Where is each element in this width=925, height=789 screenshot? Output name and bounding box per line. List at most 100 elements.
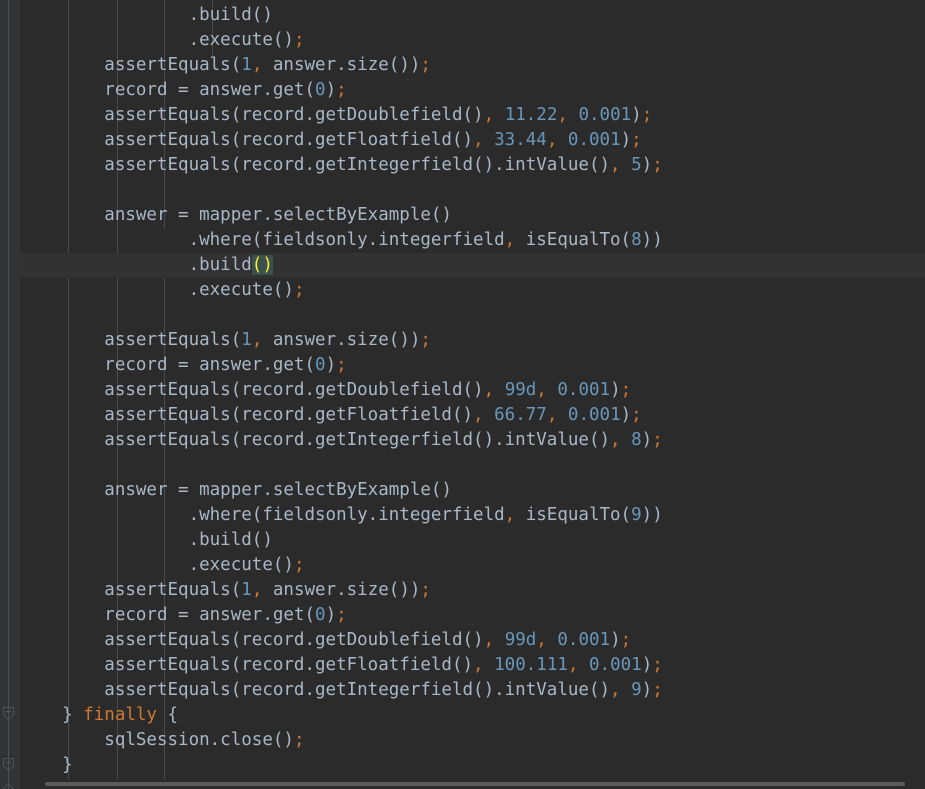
code-token: 9	[631, 505, 642, 525]
code-line[interactable]: assertEquals(record.getIntegerfield().in…	[20, 428, 925, 453]
code-token: ,	[251, 330, 263, 350]
code-line[interactable]: assertEquals(record.getDoublefield(), 99…	[20, 378, 925, 403]
code-token: 66.77	[494, 405, 547, 425]
code-line[interactable]: assertEquals(1, answer.size());	[20, 578, 925, 603]
code-line[interactable]: .execute();	[20, 278, 925, 303]
code-token: ;	[293, 730, 305, 750]
code-text-area[interactable]: .where(fieldsonly.integerfield, isEqualT…	[20, 0, 925, 789]
code-token: ))	[641, 230, 663, 250]
code-token: ,	[610, 680, 621, 700]
code-line[interactable]: record = answer.get(0);	[20, 353, 925, 378]
code-line[interactable]: assertEquals(record.getFloatfield(), 100…	[20, 653, 925, 678]
code-token: 11.22	[504, 105, 558, 125]
code-token: ;	[336, 80, 347, 100]
code-line[interactable]: .execute();	[20, 553, 925, 578]
code-line[interactable]: assertEquals(record.getFloatfield(), 66.…	[20, 403, 925, 428]
code-line[interactable]	[20, 303, 925, 328]
fold-collapse-icon[interactable]	[1, 757, 16, 772]
code-token: isEqualTo(	[515, 505, 632, 525]
code-token: ;	[652, 655, 663, 675]
code-token: ,	[483, 380, 495, 400]
code-line[interactable]: .execute();	[20, 28, 925, 53]
code-token: ;	[652, 430, 663, 450]
code-line[interactable]: record = answer.get(0);	[20, 78, 925, 103]
code-line[interactable]: assertEquals(record.getIntegerfield().in…	[20, 153, 925, 178]
code-line[interactable]: .where(fieldsonly.integerfield, isEqualT…	[20, 503, 925, 528]
code-token: )	[610, 630, 621, 650]
code-token: )	[641, 655, 653, 675]
code-token: record = answer.get(	[20, 355, 316, 375]
code-token: ;	[336, 355, 347, 375]
editor-gutter[interactable]	[0, 0, 20, 789]
code-line[interactable]: assertEquals(record.getDoublefield(), 11…	[20, 103, 925, 128]
code-token: ))	[641, 505, 663, 525]
code-token: ,	[504, 505, 516, 525]
code-token: assertEquals(record.getFloatfield()	[20, 655, 474, 675]
code-token: .where(fieldsonly.integerfield	[20, 0, 505, 1]
code-token: ;	[420, 55, 431, 75]
code-token: answer.size())	[262, 580, 421, 600]
horizontal-scrollbar-thumb[interactable]	[45, 782, 905, 786]
code-line: .where(fieldsonly.integerfield, isEqualT…	[20, 0, 925, 4]
code-token: ;	[620, 630, 632, 650]
code-token: 5	[631, 155, 642, 175]
code-line[interactable]: answer = mapper.selectByExample()	[20, 203, 925, 228]
code-line[interactable]: } finally {	[20, 703, 925, 728]
code-line[interactable]: sqlSession.close();	[20, 728, 925, 753]
code-line[interactable]: answer = mapper.selectByExample()	[20, 478, 925, 503]
code-token: 0.001	[567, 405, 621, 425]
code-line-current[interactable]: .build()	[20, 253, 925, 278]
code-token: ;	[420, 580, 431, 600]
code-token: )	[620, 405, 632, 425]
code-token: }	[20, 705, 84, 725]
code-token: 99d	[504, 380, 537, 400]
fold-expand-icon[interactable]	[1, 775, 16, 789]
code-line[interactable]: .where(fieldsonly.integerfield, isEqualT…	[20, 228, 925, 253]
code-token: assertEquals(	[20, 580, 242, 600]
code-line[interactable]: .build()	[20, 528, 925, 553]
fold-collapse-icon[interactable]	[1, 706, 16, 721]
code-line[interactable]	[20, 178, 925, 203]
code-token: )	[620, 130, 632, 150]
code-line[interactable]: assertEquals(1, answer.size());	[20, 53, 925, 78]
code-editor[interactable]: .where(fieldsonly.integerfield, isEqualT…	[0, 0, 925, 789]
code-token: 5	[631, 0, 642, 1]
code-line[interactable]: assertEquals(1, answer.size());	[20, 328, 925, 353]
code-token: assertEquals(	[20, 330, 242, 350]
code-token: )	[631, 105, 642, 125]
code-token: ,	[536, 630, 547, 650]
code-line[interactable]	[20, 453, 925, 478]
code-token: ,	[536, 380, 547, 400]
code-token: record = answer.get(	[20, 80, 316, 100]
code-token: assertEquals(record.getDoublefield()	[20, 105, 484, 125]
code-token: .build	[20, 255, 252, 275]
code-token: answer = mapper.selectByExample()	[20, 480, 452, 500]
code-token: assertEquals(	[20, 55, 242, 75]
code-line[interactable]: .build()	[20, 3, 925, 28]
code-token: 0.001	[557, 630, 611, 650]
code-token: isEqualTo(	[515, 0, 631, 1]
code-token: ,	[251, 55, 263, 75]
clipped-top-code-line: .where(fieldsonly.integerfield, isEqualT…	[20, 0, 925, 4]
code-token: 8	[631, 230, 642, 250]
code-line[interactable]: assertEquals(record.getFloatfield(), 33.…	[20, 128, 925, 153]
code-line[interactable]: assertEquals(record.getIntegerfield().in…	[20, 678, 925, 703]
code-token: .execute()	[20, 30, 294, 50]
code-token: .build()	[20, 530, 273, 550]
code-token: ;	[420, 330, 431, 350]
code-line[interactable]: assertEquals(record.getDoublefield(), 99…	[20, 628, 925, 653]
code-token: finally	[83, 705, 157, 725]
code-line[interactable]: record = answer.get(0);	[20, 603, 925, 628]
code-token: 1	[241, 580, 252, 600]
code-token: assertEquals(record.getIntegerfield().in…	[20, 680, 611, 700]
code-line[interactable]: }	[20, 753, 925, 778]
code-token: 99d	[504, 630, 537, 650]
code-token: )	[325, 605, 337, 625]
